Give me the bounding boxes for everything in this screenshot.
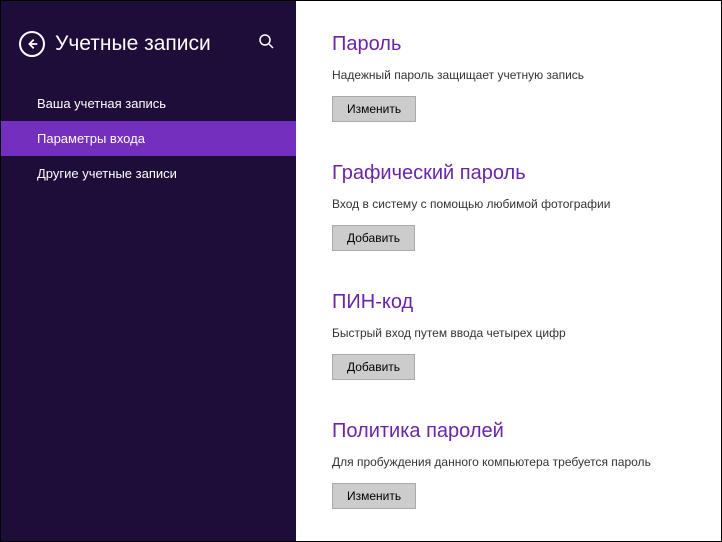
section-desc-pin: Быстрый вход путем ввода четырех цифр [332, 326, 685, 340]
add-pin-button[interactable]: Добавить [332, 354, 415, 380]
section-password-policy: Политика паролей Для пробуждения данного… [332, 420, 685, 509]
section-pin: ПИН-код Быстрый вход путем ввода четырех… [332, 291, 685, 380]
sidebar-header: Учетные записи [1, 1, 296, 78]
section-desc-picture-password: Вход в систему с помощью любимой фотогра… [332, 197, 685, 211]
section-desc-password-policy: Для пробуждения данного компьютера требу… [332, 455, 685, 469]
section-title-password: Пароль [332, 33, 685, 56]
nav-items: Ваша учетная запись Параметры входа Друг… [1, 86, 296, 191]
section-title-password-policy: Политика паролей [332, 420, 685, 443]
nav-item-signin-options[interactable]: Параметры входа [1, 121, 296, 156]
search-button[interactable] [254, 29, 278, 58]
nav-item-other-accounts[interactable]: Другие учетные записи [1, 156, 296, 191]
nav-item-your-account[interactable]: Ваша учетная запись [1, 86, 296, 121]
page-title: Учетные записи [55, 32, 244, 56]
change-password-button[interactable]: Изменить [332, 96, 416, 122]
arrow-left-icon [25, 37, 39, 51]
add-picture-password-button[interactable]: Добавить [332, 225, 415, 251]
back-button[interactable] [19, 31, 45, 57]
search-icon [258, 33, 274, 49]
section-title-pin: ПИН-код [332, 291, 685, 314]
sidebar: Учетные записи Ваша учетная запись Парам… [1, 1, 296, 541]
section-picture-password: Графический пароль Вход в систему с помо… [332, 162, 685, 251]
section-desc-password: Надежный пароль защищает учетную запись [332, 68, 685, 82]
section-title-picture-password: Графический пароль [332, 162, 685, 185]
change-password-policy-button[interactable]: Изменить [332, 483, 416, 509]
section-password: Пароль Надежный пароль защищает учетную … [332, 33, 685, 122]
content-area: Пароль Надежный пароль защищает учетную … [296, 1, 721, 541]
